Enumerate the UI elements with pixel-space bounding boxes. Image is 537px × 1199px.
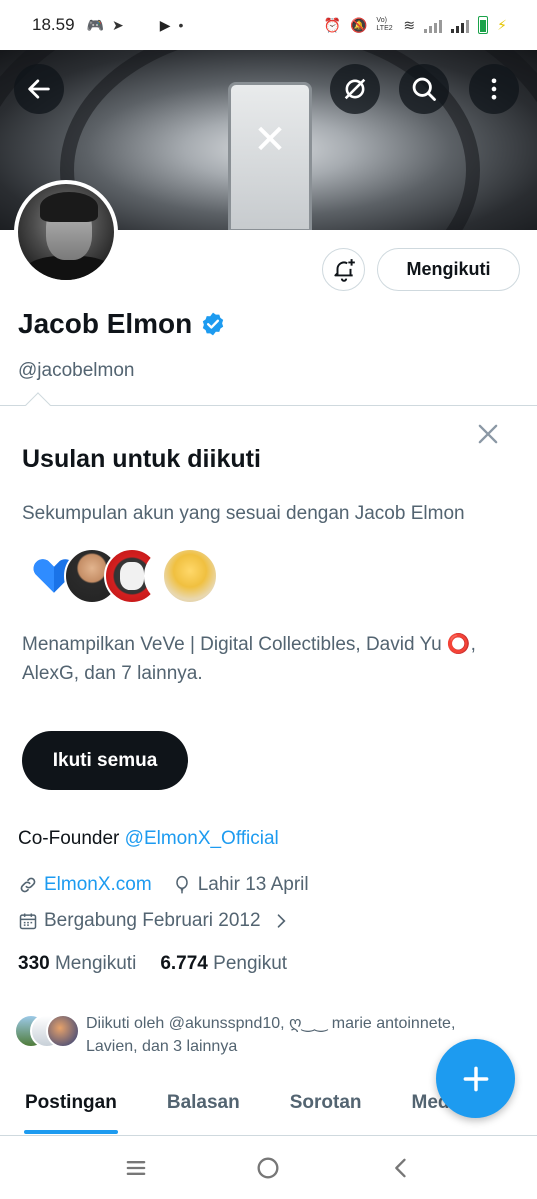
alexg-face bbox=[120, 562, 144, 590]
home-icon[interactable] bbox=[254, 1154, 282, 1182]
chevron-right-icon bbox=[277, 914, 286, 928]
tab-replies[interactable]: Balasan bbox=[142, 1080, 265, 1136]
status-time: 18.59 bbox=[32, 15, 75, 34]
back-button[interactable] bbox=[14, 64, 64, 114]
grok-icon bbox=[344, 78, 366, 100]
signal-2-icon bbox=[451, 17, 470, 33]
plus-icon bbox=[463, 1066, 488, 1091]
bio-mention-link[interactable]: @ElmonX_Official bbox=[125, 828, 279, 849]
following-button[interactable]: Mengikuti bbox=[377, 248, 520, 291]
suggestions-caret bbox=[25, 392, 51, 418]
status-right: ⏰ 🔕 Vo) LTE2 ≋ ⚡ bbox=[324, 16, 507, 34]
alarm-icon: ⏰ bbox=[323, 16, 341, 33]
tab-highlights[interactable]: Sorotan bbox=[265, 1080, 387, 1136]
profile-name-row: Jacob Elmon bbox=[18, 308, 226, 340]
profile-avatar[interactable] bbox=[14, 180, 118, 284]
followed-by-line-2: Lavien, dan 3 lainnya bbox=[86, 1038, 238, 1055]
followed-by-section[interactable]: Diikuti oleh @akunsspnd10, ღ‿‿ marie ant… bbox=[14, 1012, 484, 1060]
cartoon-avatar bbox=[162, 548, 218, 604]
notification-bell-button[interactable] bbox=[322, 248, 365, 291]
suggestions-list-text: Menampilkan VeVe | Digital Collectibles,… bbox=[22, 634, 476, 684]
followed-by-avatars bbox=[14, 1014, 80, 1048]
wifi-icon: ≋ bbox=[403, 16, 416, 33]
bell-plus-icon bbox=[333, 258, 355, 282]
close-suggestions-button[interactable] bbox=[474, 420, 502, 448]
avatar-jacket bbox=[24, 256, 114, 280]
search-button[interactable] bbox=[399, 64, 449, 114]
follow-counts: 330 Mengikuti 6.774 Pengikut bbox=[18, 953, 287, 975]
profile-bio: Co-Founder @ElmonX_Official bbox=[18, 828, 279, 850]
charging-icon: ⚡ bbox=[497, 16, 507, 33]
profile-handle: @jacobelmon bbox=[18, 360, 135, 381]
system-navigation-bar bbox=[0, 1137, 537, 1199]
follower-avatar bbox=[46, 1014, 80, 1048]
following-label: Mengikuti bbox=[54, 953, 137, 974]
recent-apps-icon[interactable] bbox=[122, 1154, 150, 1182]
website-link[interactable]: ElmonX.com bbox=[44, 874, 152, 896]
followers-label: Pengikut bbox=[213, 953, 288, 974]
telegram-icon: ➤ bbox=[111, 16, 124, 33]
followers-count-link[interactable]: 6.774 Pengikut bbox=[160, 953, 287, 975]
mute-icon: 🔕 bbox=[349, 16, 368, 33]
suggestions-divider bbox=[0, 405, 537, 406]
grok-button[interactable] bbox=[330, 64, 380, 114]
calendar-icon bbox=[19, 913, 37, 930]
arrow-left-icon bbox=[28, 79, 50, 99]
status-left: 18.59 🎮 ➤ ▶ • bbox=[32, 15, 183, 35]
followed-by-line-1: Diikuti oleh @akunsspnd10, ღ‿‿ marie ant… bbox=[86, 1015, 456, 1032]
suggestions-description: Sekumpulan akun yang sesuai dengan Jacob… bbox=[22, 503, 465, 524]
tabs-border bbox=[0, 1135, 537, 1136]
bio-prefix: Co-Founder bbox=[18, 828, 125, 849]
more-options-button[interactable] bbox=[469, 64, 519, 114]
elmonx-logo-icon: ✕ bbox=[253, 118, 287, 162]
following-count: 330 bbox=[18, 953, 50, 974]
suggestions-title: Usulan untuk diikuti bbox=[22, 445, 261, 473]
verified-badge-icon[interactable] bbox=[200, 311, 226, 337]
search-icon bbox=[412, 77, 436, 101]
followed-by-text: Diikuti oleh @akunsspnd10, ღ‿‿ marie ant… bbox=[86, 1012, 486, 1058]
back-nav-icon[interactable] bbox=[387, 1154, 415, 1182]
signal-1-icon bbox=[424, 17, 443, 33]
notification-dot-icon: • bbox=[178, 17, 184, 33]
game-controller-icon: 🎮 bbox=[86, 16, 104, 33]
following-count-link[interactable]: 330 Mengikuti bbox=[18, 953, 136, 975]
profile-name: Jacob Elmon bbox=[18, 308, 193, 339]
network-label: Vo) LTE2 bbox=[376, 17, 393, 32]
meta-row-joined[interactable]: Bergabung Februari 2012 bbox=[18, 910, 291, 932]
close-icon bbox=[478, 424, 498, 444]
joined-text: Bergabung Februari 2012 bbox=[44, 910, 261, 931]
meta-row-website-birthday: ElmonX.com Lahir 13 April bbox=[18, 874, 309, 896]
balloon-icon bbox=[175, 875, 188, 894]
avatar-hair bbox=[40, 192, 98, 222]
youtube-icon: ▶ bbox=[159, 16, 171, 33]
birthday-text: Lahir 13 April bbox=[197, 874, 309, 895]
suggested-avatars[interactable]: ✕ bbox=[26, 548, 226, 608]
compose-post-button[interactable] bbox=[436, 1039, 515, 1118]
status-bar: 18.59 🎮 ➤ ▶ • ⏰ 🔕 Vo) LTE2 ≋ ⚡ bbox=[0, 0, 537, 50]
link-icon bbox=[20, 877, 36, 893]
battery-icon bbox=[478, 16, 489, 34]
follow-all-button[interactable]: Ikuti semua bbox=[22, 731, 188, 790]
more-vertical-icon bbox=[491, 78, 497, 100]
followers-count: 6.774 bbox=[160, 953, 208, 974]
tab-posts[interactable]: Postingan bbox=[0, 1080, 142, 1136]
